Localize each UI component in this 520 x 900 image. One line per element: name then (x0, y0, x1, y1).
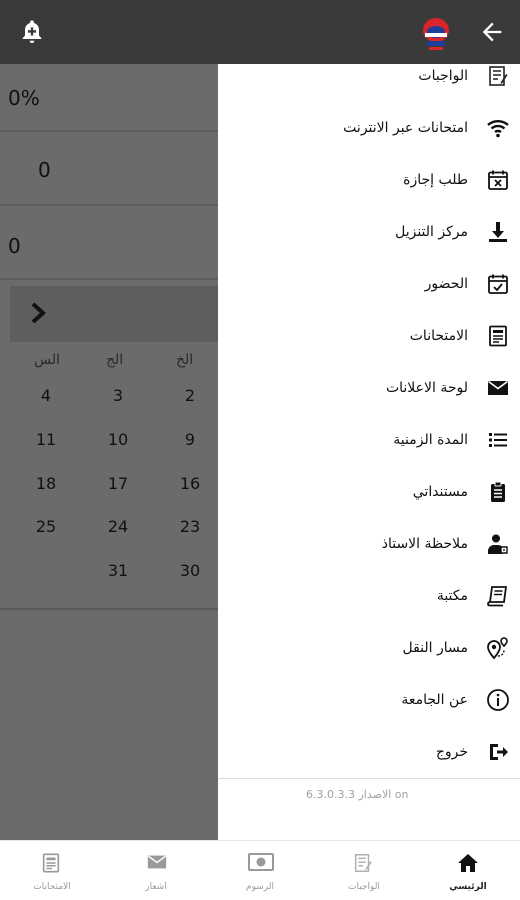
bottom-nav-label: الواجبات (348, 882, 380, 892)
progress-value: 0% (8, 86, 40, 110)
list-icon (489, 433, 507, 447)
drawer-item-label: طلب إجازة (403, 172, 468, 188)
dimmed-dashboard: 0% 0 0 الخ الج الس 2 3 4 9 10 11 16 17 1… (0, 64, 218, 840)
drawer-item-leave-request[interactable]: طلب إجازة (218, 154, 520, 206)
calendar-x-icon (488, 170, 508, 190)
weekday-label: الس (34, 352, 61, 368)
drawer-item-download-center[interactable]: مركز التنزيل (218, 206, 520, 258)
bottom-navigation: الامتحانات اشعار الرسوم الواجبات الرئيسي (0, 840, 520, 900)
calendar-day[interactable]: 4 (26, 386, 66, 405)
calendar-day[interactable]: 10 (98, 430, 138, 449)
university-logo (423, 18, 449, 50)
calendar-day[interactable]: 31 (98, 561, 138, 580)
stat-value: 0 (8, 234, 21, 258)
drawer-item-notice-board[interactable]: لوحة الاعلانات (218, 362, 520, 414)
money-icon (248, 853, 274, 871)
drawer-item-my-documents[interactable]: مستنداتي (218, 466, 520, 518)
calendar-next-button[interactable] (10, 286, 218, 342)
homework-icon (489, 66, 508, 86)
bottom-nav-notifications[interactable]: اشعار (104, 841, 208, 900)
bell-icon[interactable] (18, 18, 46, 46)
bottom-nav-fees[interactable]: الرسوم (208, 841, 312, 900)
drawer-item-label: مركز التنزيل (395, 224, 468, 240)
home-icon (458, 854, 478, 872)
progress-card: 0% (0, 64, 218, 132)
app-version: الاصدار 6.3.0.3.3 on (306, 788, 409, 801)
drawer-item-label: المدة الزمنية (393, 432, 468, 448)
calendar-day[interactable]: 23 (170, 517, 210, 536)
calendar-day[interactable]: 9 (170, 430, 210, 449)
weekday-label: الج (106, 352, 124, 368)
envelope-icon (488, 380, 508, 395)
chevron-right-icon (31, 302, 46, 324)
drawer-item-label: الواجبات (418, 68, 468, 84)
clipboard-icon (491, 481, 505, 502)
stat-card: 0 (0, 206, 218, 280)
drawer-item-label: الامتحانات (409, 328, 468, 344)
info-icon (487, 689, 509, 711)
drawer-item-exams[interactable]: الامتحانات (218, 310, 520, 362)
weekday-label: الخ (176, 352, 194, 368)
drawer-item-transport-route[interactable]: مسار النقل (218, 622, 520, 674)
calendar-day[interactable]: 3 (98, 386, 138, 405)
route-pin-icon (487, 637, 508, 660)
bottom-nav-label: اشعار (145, 882, 167, 892)
calendar-day[interactable]: 17 (98, 474, 138, 493)
calendar-check-icon (488, 274, 508, 294)
book-icon (487, 586, 508, 607)
bottom-nav-label: الرسوم (246, 882, 274, 892)
exam-icon (42, 853, 60, 873)
drawer-item-homework[interactable]: الواجبات (218, 50, 520, 102)
download-icon (489, 222, 507, 242)
wifi-icon (487, 120, 509, 138)
calendar-day[interactable]: 11 (26, 430, 66, 449)
calendar-divider (0, 608, 218, 610)
homework-icon (354, 854, 372, 872)
drawer-item-logout[interactable]: خروج (218, 726, 520, 778)
drawer-item-label: مكتبة (436, 588, 468, 604)
drawer-item-label: امتحانات عبر الانترنت (343, 120, 468, 136)
exam-icon (489, 325, 507, 347)
stat-card: 0 (0, 132, 218, 206)
drawer-item-label: لوحة الاعلانات (385, 380, 468, 396)
drawer-item-label: مسار النقل (402, 640, 468, 656)
calendar-day[interactable]: 2 (170, 386, 210, 405)
calendar-day[interactable]: 24 (98, 517, 138, 536)
navigation-drawer: الواجبات امتحانات عبر الانترنت طلب إجازة… (218, 64, 520, 840)
bottom-nav-exams[interactable]: الامتحانات (0, 841, 104, 900)
calendar-day[interactable]: 16 (170, 474, 210, 493)
drawer-item-label: ملاحظة الاستاذ (381, 536, 468, 552)
stat-value: 0 (38, 158, 51, 182)
back-arrow-icon[interactable] (478, 18, 506, 46)
teacher-icon (488, 534, 508, 554)
calendar-day[interactable]: 25 (26, 517, 66, 536)
drawer-item-teacher-note[interactable]: ملاحظة الاستاذ (218, 518, 520, 570)
drawer-item-label: خروج (435, 744, 468, 760)
bottom-nav-label: الامتحانات (33, 882, 71, 892)
drawer-item-label: الحضور (424, 276, 468, 292)
drawer-item-timetable[interactable]: المدة الزمنية (218, 414, 520, 466)
drawer-item-about-university[interactable]: عن الجامعة (218, 674, 520, 726)
bottom-nav-homework[interactable]: الواجبات (312, 841, 416, 900)
bottom-nav-label: الرئيسي (449, 882, 487, 892)
calendar-day[interactable]: 30 (170, 561, 210, 580)
envelope-icon (147, 855, 167, 869)
drawer-item-online-exams[interactable]: امتحانات عبر الانترنت (218, 102, 520, 154)
drawer-item-label: عن الجامعة (401, 692, 468, 708)
bottom-nav-home[interactable]: الرئيسي (416, 841, 520, 900)
logout-icon (490, 744, 508, 760)
drawer-divider (218, 778, 520, 779)
drawer-item-library[interactable]: مكتبة (218, 570, 520, 622)
calendar-day[interactable]: 18 (26, 474, 66, 493)
drawer-item-attendance[interactable]: الحضور (218, 258, 520, 310)
drawer-item-label: مستنداتي (412, 484, 468, 500)
